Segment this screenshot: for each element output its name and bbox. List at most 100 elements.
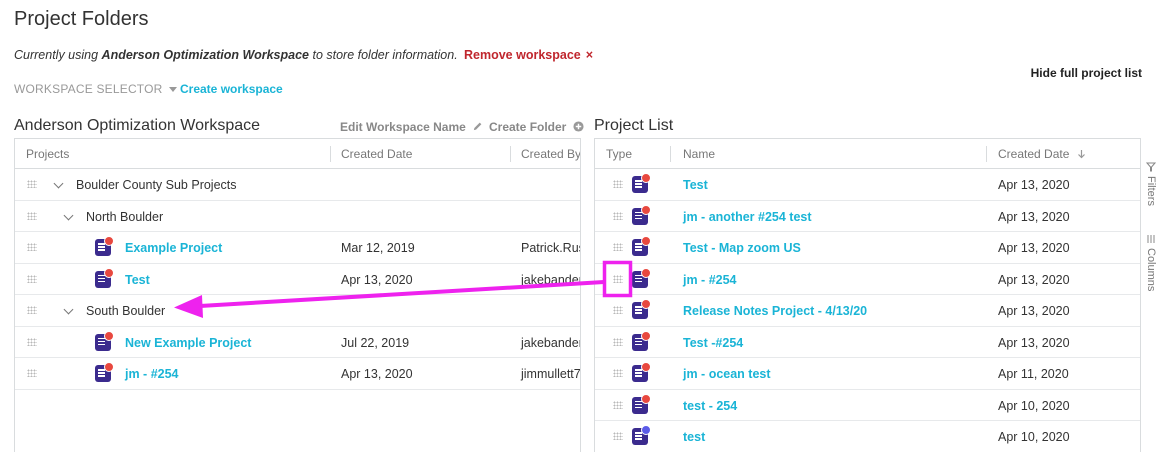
project-list-heading: Project List — [594, 117, 674, 134]
project-list-row[interactable]: test Apr 10, 2020 — [595, 421, 1160, 452]
create-folder-button[interactable]: Create Folder — [489, 120, 584, 134]
edit-workspace-name-button[interactable]: Edit Workspace Name — [340, 120, 483, 134]
drag-handle-icon[interactable] — [613, 211, 623, 220]
folder-row[interactable]: North Boulder — [15, 201, 580, 232]
drag-handle-icon[interactable] — [613, 432, 623, 440]
chevron-down-icon[interactable] — [63, 210, 74, 220]
created-date-cell: Apr 13, 2020 — [341, 367, 413, 381]
created-by-cell: jakebander — [521, 272, 581, 287]
project-row[interactable]: Example Project Mar 12, 2019 Patrick.Rus — [15, 232, 580, 264]
drag-handle-icon[interactable] — [27, 180, 37, 188]
drag-handle-icon[interactable] — [27, 211, 37, 220]
column-header-type[interactable]: Type — [606, 147, 632, 161]
column-header-projects[interactable]: Projects — [26, 147, 69, 161]
column-separator[interactable] — [330, 146, 331, 162]
drag-handle-icon[interactable] — [613, 369, 623, 377]
folder-name: South Boulder — [86, 304, 166, 318]
remove-workspace-label: Remove workspace — [464, 48, 581, 62]
project-link[interactable]: jm - #254 — [683, 273, 737, 287]
chevron-down-icon[interactable] — [53, 178, 64, 189]
arrow-down-icon — [1077, 150, 1085, 159]
created-date-cell: Apr 13, 2020 — [998, 272, 1070, 287]
project-list-row[interactable]: Test -#254 Apr 13, 2020 — [595, 327, 1160, 358]
column-separator[interactable] — [670, 146, 671, 162]
plus-circle-icon — [573, 121, 584, 132]
drag-handle-icon[interactable] — [27, 306, 37, 314]
created-date-cell: Apr 13, 2020 — [998, 178, 1070, 192]
project-icon — [95, 267, 114, 288]
created-date-cell: Apr 11, 2020 — [998, 367, 1069, 381]
drag-handle-icon[interactable] — [27, 274, 37, 283]
drag-handle-icon[interactable] — [613, 306, 623, 314]
create-workspace-link[interactable]: Create workspace — [180, 82, 283, 96]
create-folder-label: Create Folder — [489, 120, 567, 134]
project-icon — [632, 362, 651, 382]
project-icon — [632, 299, 651, 319]
project-icon — [632, 393, 651, 414]
column-separator[interactable] — [510, 146, 511, 162]
project-link[interactable]: test — [683, 430, 705, 444]
project-row[interactable]: Test Apr 13, 2020 jakebander — [15, 264, 581, 295]
drag-handle-icon[interactable] — [613, 243, 623, 251]
created-date-cell: Apr 13, 2020 — [998, 241, 1070, 255]
project-link[interactable]: test - 254 — [683, 399, 737, 413]
project-link[interactable]: Test — [125, 273, 150, 287]
project-row[interactable]: New Example Project Jul 22, 2019 jakebande… — [15, 327, 580, 358]
folder-row[interactable]: South Boulder — [15, 295, 580, 327]
remove-workspace-button[interactable]: Remove workspace × — [464, 48, 593, 62]
project-link[interactable]: jm - another #254 test — [683, 210, 812, 224]
created-date-cell: Apr 13, 2020 — [998, 304, 1070, 318]
created-date-cell: Mar 12, 2019 — [341, 241, 415, 255]
grid-header: Type Name Created Date — [595, 139, 1160, 169]
filters-tab-label: Filters — [1145, 176, 1157, 206]
project-link[interactable]: Test -#254 — [683, 336, 743, 350]
drag-handle-icon[interactable] — [613, 400, 623, 409]
created-date-cell: Apr 13, 2020 — [341, 272, 413, 287]
project-list-row[interactable]: jm - #254 Apr 13, 2020 — [595, 264, 1160, 295]
project-list-grid: Type Name Created Date Test Apr 13, 2020 j… — [594, 138, 1161, 452]
project-link[interactable]: Test — [683, 178, 708, 192]
ws-status-name: Anderson Optimization Workspace — [101, 48, 309, 62]
filters-tab[interactable]: Filters — [1145, 162, 1157, 206]
project-list-row[interactable]: jm - ocean test Apr 11, 2020 — [595, 358, 1160, 390]
side-tool-panel: Filters Columns — [1140, 138, 1161, 452]
drag-handle-icon[interactable] — [613, 180, 623, 188]
project-link[interactable]: Example Project — [125, 241, 222, 255]
project-list-row[interactable]: Release Notes Project - 4/13/20 Apr 13, 2… — [595, 295, 1160, 327]
drag-handle-icon[interactable] — [613, 274, 623, 283]
project-link[interactable]: New Example Project — [125, 336, 251, 350]
project-list-row[interactable]: Test - Map zoom US Apr 13, 2020 — [595, 232, 1160, 264]
grid-header: Projects Created Date Created By — [15, 139, 580, 169]
project-icon — [95, 362, 114, 382]
created-date-cell: Apr 13, 2020 — [998, 209, 1070, 224]
project-link[interactable]: jm - #254 — [125, 367, 179, 381]
drag-handle-icon[interactable] — [613, 337, 623, 346]
drag-handle-icon[interactable] — [27, 337, 37, 346]
column-header-created-by[interactable]: Created By — [521, 147, 580, 161]
project-list-row[interactable]: jm - another #254 test Apr 13, 2020 — [595, 201, 1160, 232]
project-list-row[interactable]: test - 254 Apr 10, 2020 — [595, 390, 1160, 421]
drag-handle-icon[interactable] — [27, 243, 37, 251]
columns-tab[interactable]: Columns — [1145, 234, 1157, 291]
created-date-cell: Apr 10, 2020 — [998, 398, 1070, 413]
hide-project-list-button[interactable]: Hide full project list — [1031, 66, 1142, 80]
ws-status-suffix: to store folder information. — [309, 48, 458, 62]
folder-row[interactable]: Boulder County Sub Projects — [15, 169, 580, 201]
project-link[interactable]: Release Notes Project - 4/13/20 — [683, 304, 867, 318]
workspace-selector-dropdown[interactable]: WORKSPACE SELECTOR — [14, 82, 177, 96]
project-icon — [632, 330, 651, 351]
chevron-down-icon[interactable] — [63, 304, 74, 315]
ws-status-prefix: Currently using — [14, 48, 102, 62]
column-separator[interactable] — [986, 146, 987, 162]
project-row[interactable]: jm - #254 Apr 13, 2020 jimmullett7 — [15, 358, 580, 390]
project-link[interactable]: Test - Map zoom US — [683, 241, 801, 255]
column-header-created-date[interactable]: Created Date — [341, 147, 412, 161]
column-header-created-date[interactable]: Created Date — [998, 147, 1086, 161]
workspace-name-heading: Anderson Optimization Workspace — [14, 117, 261, 134]
drag-handle-icon[interactable] — [27, 369, 37, 377]
project-icon — [632, 425, 651, 445]
column-header-name[interactable]: Name — [683, 147, 715, 161]
project-list-row[interactable]: Test Apr 13, 2020 — [595, 169, 1160, 201]
workspace-selector-label: WORKSPACE SELECTOR — [14, 82, 163, 96]
project-link[interactable]: jm - ocean test — [683, 367, 771, 381]
